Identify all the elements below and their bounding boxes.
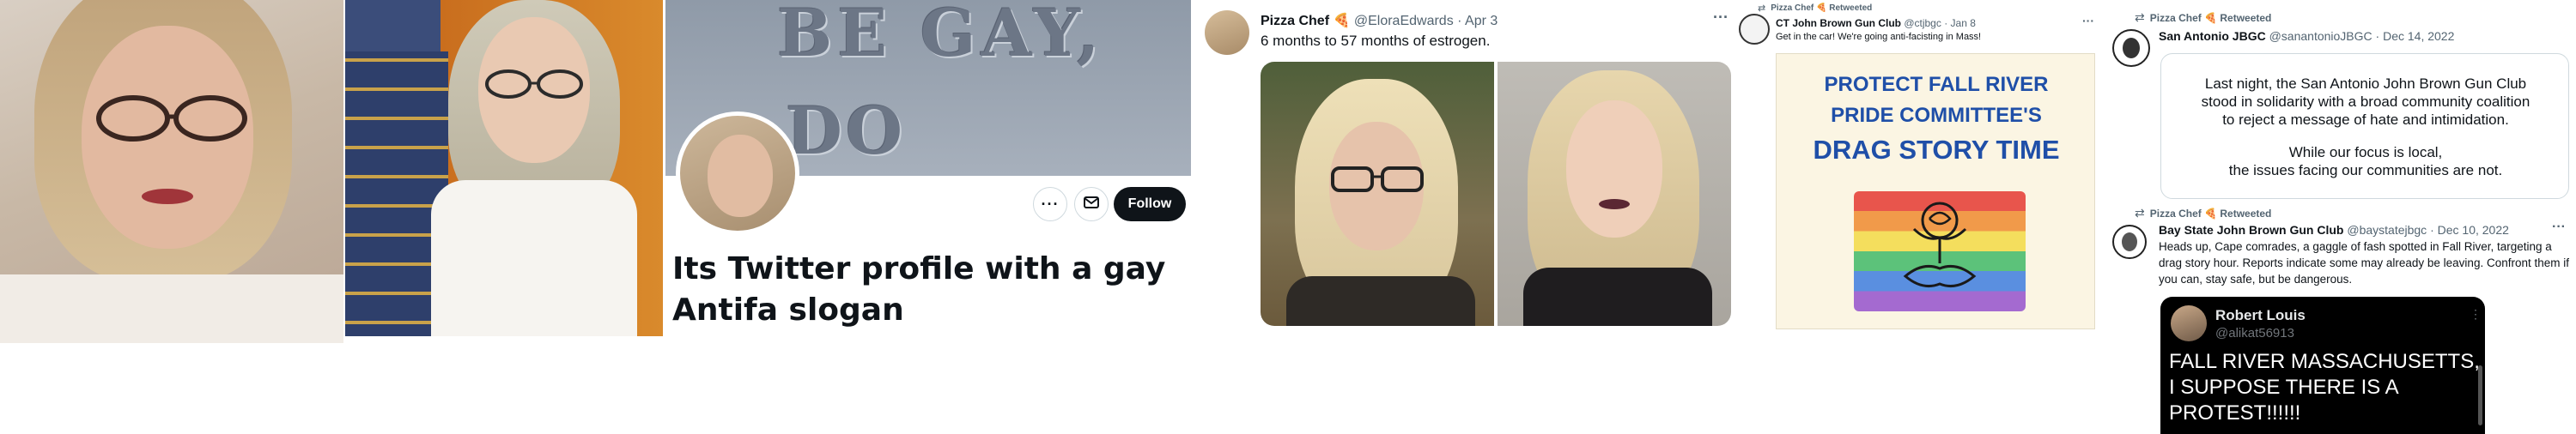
display-name[interactable]: Bay State John Brown Gun Club [2159,223,2343,237]
handle[interactable]: @EloraEdwards [1354,14,1454,28]
more-horizontal-icon[interactable]: ··· [2552,220,2566,235]
poster-line1: PROTECT FALL RIVER [1824,73,2049,96]
embed-line2: I SUPPOSE THERE IS A [2169,376,2399,399]
handle[interactable]: @sanantonioJBGC [2269,29,2372,43]
shirt-shape [0,274,343,343]
retweet-icon: ⇄ [2135,10,2145,24]
timestamp[interactable]: · Jan 8 [1944,17,1976,29]
avatar[interactable] [2112,29,2150,67]
retweet-indicator: ⇄ Pizza Chef 🍕 Retweeted [1758,3,1873,14]
tweet-column-right: ⇄ Pizza Chef 🍕 Retweeted San Antonio JBG… [2104,0,2576,434]
embed-handle[interactable]: @alikat56913 [2215,326,2294,341]
message-button[interactable] [1074,187,1109,221]
shirt-shape [431,180,637,336]
display-name[interactable]: Pizza Chef [1261,14,1329,28]
tweet-header: Pizza Chef 🍕 @EloraEdwards · Apr 3 [1261,12,1498,29]
avatar[interactable] [2112,225,2147,259]
tweet-text: 6 months to 57 months of estrogen. [1261,33,1491,49]
selfie-photo-1 [0,0,343,343]
timestamp[interactable]: · Dec 14, 2022 [2376,29,2455,43]
embedded-tweet-card[interactable]: Robert Louis @alikat56913 ⋮ FALL RIVER M… [2160,297,2485,434]
tweet-header: CT John Brown Gun Club @ctjbgc · Jan 8 [1776,17,1976,29]
selfie-photo-2 [345,0,663,336]
retweet-indicator: ⇄ Pizza Chef 🍕 Retweeted [2135,10,2272,24]
avatar[interactable] [2171,305,2207,341]
banner-slogan-line1: BE GAY, [777,0,1105,71]
scrollbar[interactable] [2478,365,2482,425]
lips-shape [142,189,193,204]
embed-line3: PROTEST!!!!!! [2169,401,2301,425]
retweet-icon: ⇄ [2135,206,2145,220]
statement-line3: to reject a message of hate and intimida… [2222,112,2509,128]
display-name[interactable]: CT John Brown Gun Club [1776,17,1901,29]
handle[interactable]: @baystatejbgc [2347,223,2427,237]
retweet-indicator: ⇄ Pizza Chef 🍕 Retweeted [2135,206,2272,220]
tweet-ct-jbgc: ⇄ Pizza Chef 🍕 Retweeted CT John Brown G… [1739,0,2099,343]
more-button[interactable]: ··· [1033,187,1067,221]
profile-caption: Its Twitter profile with a gay Antifa sl… [672,251,1166,328]
handle[interactable]: @ctjbgc [1904,17,1941,29]
tweet-photo-right[interactable] [1498,62,1731,326]
more-glyph[interactable]: ··· [1713,9,1728,27]
embed-display-name[interactable]: Robert Louis [2215,307,2306,324]
rose-fist-icon [1888,195,1991,310]
glasses-icon [1331,165,1424,198]
avatar[interactable] [1205,10,1249,55]
statement-line5: the issues facing our communities are no… [2228,162,2503,178]
poster-line2: PRIDE COMMITTEE'S [1831,104,2042,127]
tweet-text: Heads up, Cape comrades, a gaggle of fas… [2159,240,2569,286]
timestamp[interactable]: · Apr 3 [1457,14,1498,28]
follow-button[interactable]: Follow [1114,187,1186,221]
profile-panel: BE GAY, DO CRIMES ··· Follow Its Twitter… [665,0,1191,360]
tweet-header: Bay State John Brown Gun Club @baystatej… [2159,223,2509,237]
avatar[interactable] [1739,14,1770,45]
pizza-emoji: 🍕 [1333,14,1351,28]
statement-image[interactable]: Last night, the San Antonio John Brown G… [2160,53,2569,199]
statement-line2: stood in solidarity with a broad communi… [2201,93,2530,110]
embed-line1: FALL RIVER MASSACHUSETTS, [2169,350,2480,373]
poster-image[interactable]: PROTECT FALL RIVER PRIDE COMMITTEE'S DRA… [1776,53,2095,329]
envelope-icon [1084,196,1099,213]
tweet-text: Get in the car! We're going anti-facisti… [1776,32,1982,42]
banner-slogan-line2: DO CRIMES [786,93,1109,176]
statement-line1: Last night, the San Antonio John Brown G… [2204,75,2527,92]
more-vertical-icon[interactable]: ⋮ [2470,307,2482,322]
profile-avatar[interactable] [676,112,799,235]
poster-line3: DRAG STORY TIME [1813,135,2060,165]
glasses-icon [484,69,584,99]
tweet-header: San Antonio JBGC @sanantonioJBGC · Dec 1… [2159,29,2454,43]
display-name[interactable]: San Antonio JBGC [2159,29,2266,43]
timestamp[interactable]: · Dec 10, 2022 [2430,223,2509,237]
retweet-icon: ⇄ [1758,3,1766,14]
more-horizontal-icon: ··· [1041,195,1060,213]
more-horizontal-icon[interactable]: ··· [2082,14,2094,27]
glasses-icon [94,94,249,142]
tweet-pizza-chef: Pizza Chef 🍕 @EloraEdwards · Apr 3 more-… [1198,0,1739,343]
statement-line4: While our focus is local, [2288,144,2443,160]
tweet-photo-left[interactable] [1261,62,1494,326]
